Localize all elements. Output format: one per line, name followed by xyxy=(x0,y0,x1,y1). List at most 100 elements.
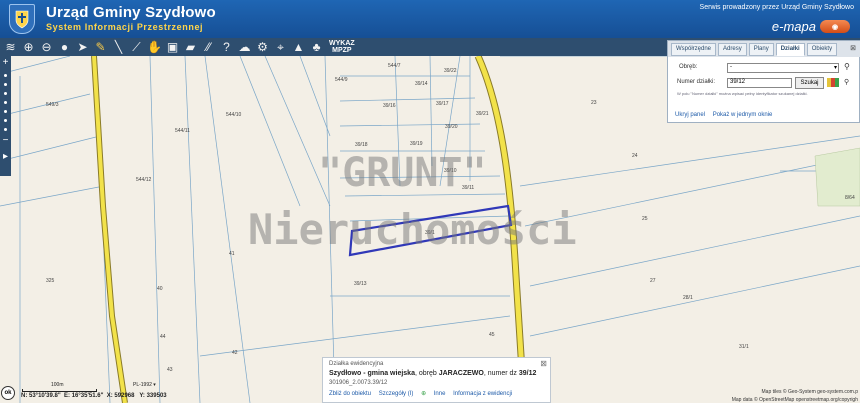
streetview-man-icon[interactable]: ♣ xyxy=(308,39,325,55)
tab-adresy[interactable]: Adresy xyxy=(718,43,747,56)
ok-button[interactable]: ok xyxy=(1,386,15,400)
pointer-icon[interactable]: ➤ xyxy=(74,39,91,55)
zoom-in-icon[interactable]: ⊕ xyxy=(20,39,37,55)
text-numer: , numer dz xyxy=(483,370,519,377)
parcel-label: 549/3 xyxy=(46,102,59,108)
zoom-level-dot[interactable] xyxy=(4,92,7,95)
tab-plany[interactable]: Plany xyxy=(748,43,774,56)
single-window-link[interactable]: Pokaż w jednym oknie xyxy=(713,112,773,118)
color-swatch-green[interactable] xyxy=(835,78,839,87)
coord-e: E: 16°35'51.6" xyxy=(64,393,104,399)
gmina-name: Szydłowo - gmina wiejska xyxy=(329,370,415,377)
measure-area-icon[interactable]: ⟋ xyxy=(128,39,145,55)
expand-arrow-icon[interactable]: ▸ xyxy=(0,152,11,162)
app-header: Urząd Gminy Szydłowo System Informacji P… xyxy=(0,0,860,38)
parcel-label: 40 xyxy=(157,286,163,292)
parcel-label: 39/21 xyxy=(476,111,489,117)
parcel-number-input[interactable]: 39/12 xyxy=(727,78,792,88)
parcel-label: 42 xyxy=(232,350,238,356)
settings-icon[interactable]: ⚙ xyxy=(254,39,271,55)
parcel-number: 39/12 xyxy=(518,370,537,377)
panel-hint: W polu "Numer działki" można wpisać pełn… xyxy=(677,91,808,96)
obreb-label: Obręb: xyxy=(679,64,698,70)
app-title: Urząd Gminy Szydłowo xyxy=(46,4,216,21)
obreb-value: - xyxy=(730,64,732,70)
measure-line-icon[interactable]: ╲ xyxy=(110,39,127,55)
emapa-brand[interactable]: e-mapa ◉ xyxy=(772,19,850,34)
details-link[interactable]: Szczegóły (I) xyxy=(379,391,414,397)
emapa-logo-icon: ◉ xyxy=(820,20,850,33)
rows-icon[interactable]: ⁄⁄ xyxy=(200,39,217,55)
chat-icon[interactable]: ▰ xyxy=(182,39,199,55)
watermark-line1: "GRUNT" xyxy=(318,150,487,196)
zoom-level-dot[interactable] xyxy=(4,119,7,122)
parcel-label: 44 xyxy=(160,334,166,340)
zoom-out-icon[interactable]: ⊖ xyxy=(38,39,55,55)
zoom-level-dot[interactable] xyxy=(4,101,7,104)
coord-n: N: 53°10'39.8" xyxy=(21,393,61,399)
tab-wspolrzedne[interactable]: Współrzędne xyxy=(671,43,717,56)
crs-select[interactable]: PL-1992 ▾ xyxy=(133,382,156,388)
help-icon[interactable]: ? xyxy=(218,39,235,55)
parcel-label: 8/64 xyxy=(845,195,855,201)
parcel-label: 39/20 xyxy=(445,124,458,130)
app-subtitle: System Informacji Przestrzennej xyxy=(46,22,204,32)
zoom-level-dot[interactable] xyxy=(4,83,7,86)
emapa-text: e-mapa xyxy=(771,19,816,34)
full-extent-icon[interactable]: ● xyxy=(56,39,73,55)
coat-of-arms-logo xyxy=(9,4,35,34)
search-button[interactable]: Szukaj xyxy=(795,77,824,89)
infobox-links: Zbliż do obiektu Szczegóły (I) ⊕ Inne In… xyxy=(329,390,518,397)
hide-panel-link[interactable]: Ukryj panel xyxy=(675,112,705,118)
search-icon-2[interactable]: ⚲ xyxy=(844,78,849,86)
scale-bar xyxy=(22,389,97,392)
parcel-identifier: 301906_2.0073.39/12 xyxy=(329,380,388,386)
hand-icon[interactable]: ✋ xyxy=(146,39,163,55)
parcel-label: 39/22 xyxy=(444,68,457,74)
coord-x: X: 592968 xyxy=(106,393,135,399)
obreb-name: JARACZEWO xyxy=(438,370,484,377)
parcel-label: 544/10 xyxy=(226,112,242,118)
coord-y: Y: 339503 xyxy=(139,393,167,399)
pencil-icon[interactable]: ✎ xyxy=(92,39,109,55)
streetview-icon[interactable]: ▲ xyxy=(290,39,307,55)
zoom-level-dot[interactable] xyxy=(4,74,7,77)
zoom-level-dot[interactable] xyxy=(4,110,7,113)
attribution-data: Map data © OpenStreetMap openstreetmap.o… xyxy=(731,397,858,403)
parcel-label: 39/17 xyxy=(436,101,449,107)
parcel-label: 25 xyxy=(642,216,648,222)
other-link[interactable]: Inne xyxy=(434,391,446,397)
chevron-down-icon: ▾ xyxy=(833,65,837,71)
marker-icon[interactable]: ☁ xyxy=(236,39,253,55)
scale-label: 100m xyxy=(51,382,64,388)
parcel-label: 39/13 xyxy=(354,281,367,287)
zoom-minus-icon[interactable]: − xyxy=(0,136,11,146)
close-icon[interactable]: ⊠ xyxy=(850,44,856,52)
select-icon[interactable]: ▣ xyxy=(164,39,181,55)
parcel-description: Szydłowo - gmina wiejska, obręb JARACZEW… xyxy=(329,370,536,377)
search-icon[interactable]: ⚲ xyxy=(844,62,850,71)
parcel-label: 31/1 xyxy=(739,344,749,350)
zoom-bar: + − ▸ xyxy=(0,56,11,176)
obreb-select[interactable]: - ▾ xyxy=(727,63,839,73)
panel-tabs: Współrzędne Adresy Plany Działki Obiekty xyxy=(668,41,860,57)
tab-dzialki[interactable]: Działki xyxy=(775,43,805,56)
wykaz-mpzp-button[interactable]: WYKAZ MPZP xyxy=(329,40,355,54)
close-icon[interactable]: ⊠ xyxy=(540,359,547,368)
plus-icon[interactable]: ⊕ xyxy=(421,391,426,397)
wykaz-label: WYKAZ xyxy=(329,40,355,47)
infobox-heading: Działka ewidencyjna xyxy=(329,361,384,367)
crs-value: PL-1992 xyxy=(133,382,152,388)
parcel-label: 325 xyxy=(46,278,55,284)
text-obreb: , obręb xyxy=(414,370,439,377)
layers-icon[interactable]: ≋ xyxy=(2,39,19,55)
tab-obiekty[interactable]: Obiekty xyxy=(806,43,838,56)
road-west xyxy=(92,56,127,403)
ewidencja-info-link[interactable]: Informacja z ewidencji xyxy=(453,391,512,397)
scheme-icon[interactable]: ⌖ xyxy=(272,39,289,55)
zoom-plus-icon[interactable]: + xyxy=(0,58,11,68)
zoom-level-dot[interactable] xyxy=(4,128,7,131)
service-text: Serwis prowadzony przez Urząd Gminy Szyd… xyxy=(699,4,854,11)
zoom-to-object-link[interactable]: Zbliż do obiektu xyxy=(329,391,371,397)
parcel-label: 39/18 xyxy=(355,142,368,148)
